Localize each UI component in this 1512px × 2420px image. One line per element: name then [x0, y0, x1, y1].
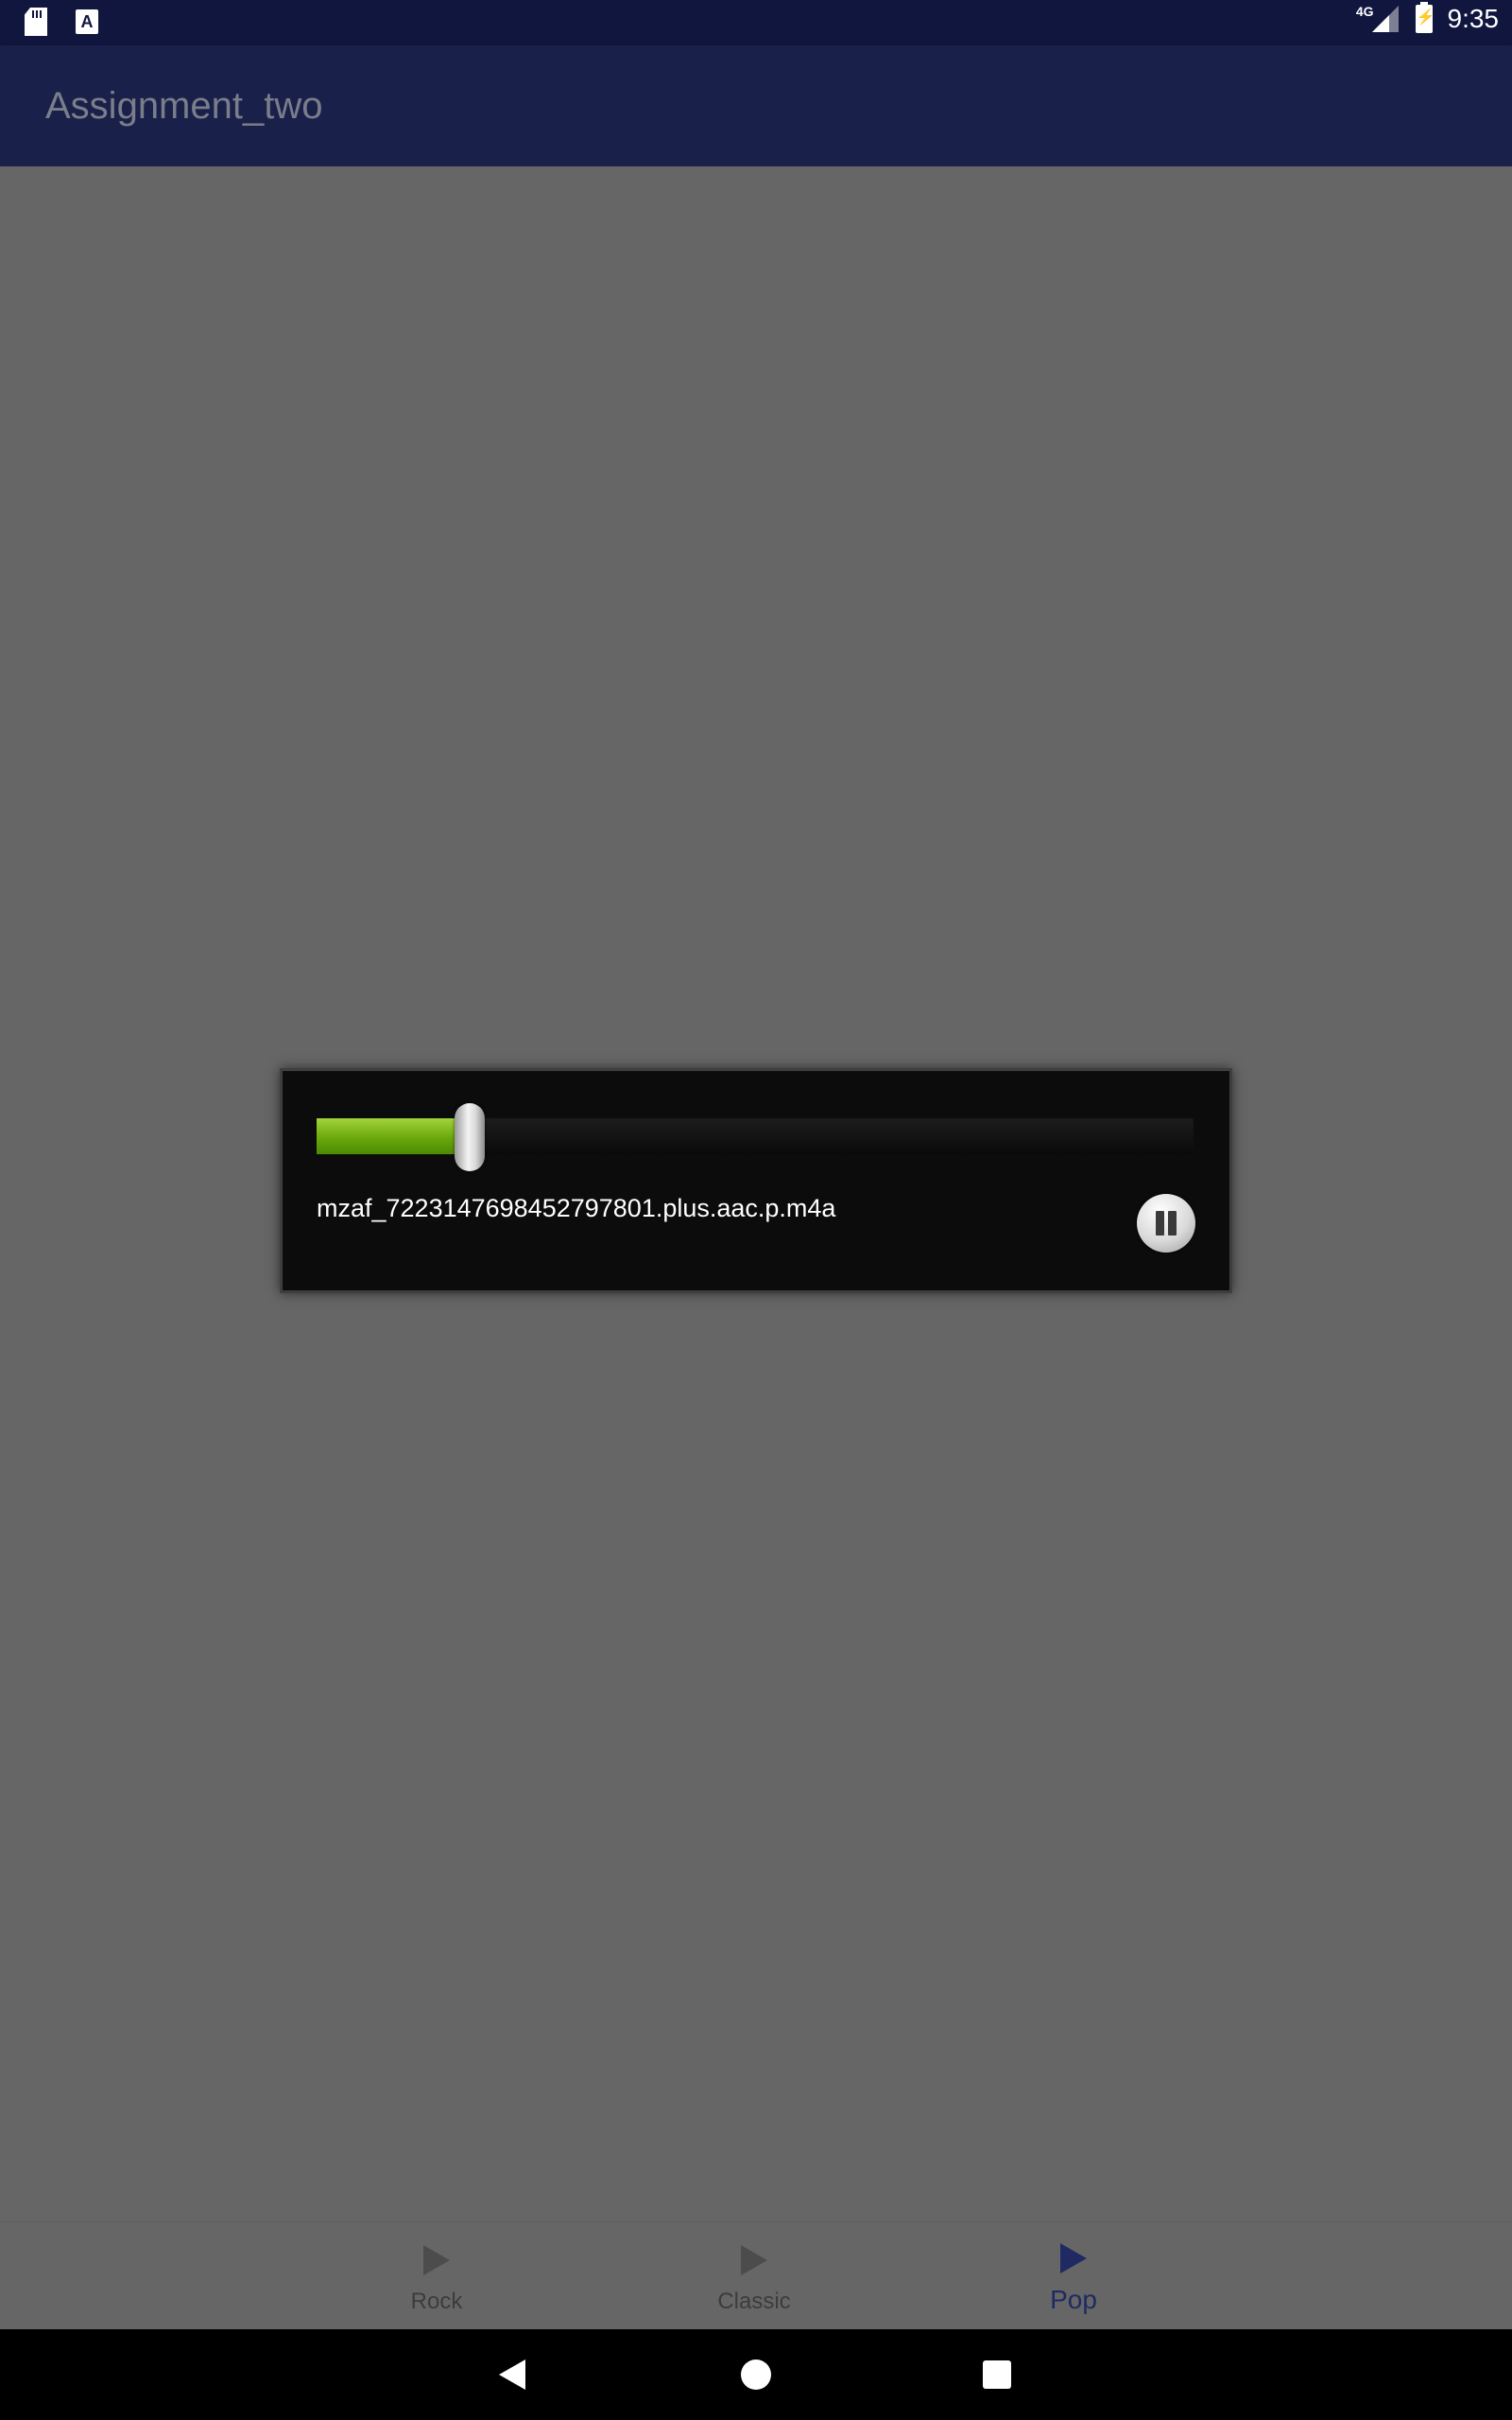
status-notifications: A	[25, 8, 98, 36]
seekbar-thumb[interactable]	[455, 1103, 486, 1171]
back-icon[interactable]	[499, 2360, 525, 2390]
recents-icon[interactable]	[983, 2360, 1011, 2389]
nav-item-rock[interactable]: Rock	[342, 2222, 531, 2330]
clock: 9:35	[1447, 4, 1500, 33]
system-navigation-bar	[0, 2329, 1512, 2420]
nav-item-pop[interactable]: Pop	[979, 2222, 1168, 2330]
sd-card-icon	[25, 8, 47, 36]
pause-icon-bar	[1168, 1211, 1177, 1236]
home-icon[interactable]	[741, 2360, 771, 2390]
status-system-icons: 4G 9:35	[1356, 2, 1500, 34]
seekbar-progress	[317, 1118, 471, 1154]
app-title: Assignment_two	[45, 85, 323, 127]
play-icon	[1060, 2243, 1087, 2273]
track-name: mzaf_7223147698452797801.plus.aac.p.m4a	[317, 1194, 836, 1222]
nav-item-classic[interactable]: Classic	[660, 2222, 849, 2330]
status-bar: A 4G 9:35	[0, 0, 1512, 45]
pause-icon	[1156, 1211, 1164, 1236]
media-controller: mzaf_7223147698452797801.plus.aac.p.m4a	[280, 1068, 1232, 1293]
a-notification-icon: A	[76, 9, 98, 34]
nav-label-rock: Rock	[410, 2289, 463, 2314]
nav-label-classic: Classic	[717, 2289, 791, 2314]
seekbar[interactable]	[317, 1103, 1194, 1171]
bottom-navigation: Rock Classic Pop	[0, 2221, 1512, 2330]
play-icon	[741, 2245, 767, 2275]
signal-icon	[1371, 6, 1399, 32]
nav-label-pop: Pop	[1050, 2285, 1097, 2314]
pause-button[interactable]	[1137, 1194, 1195, 1253]
battery-charging-icon	[1415, 2, 1435, 33]
app-bar: Assignment_two	[0, 45, 1512, 166]
play-icon	[423, 2245, 450, 2275]
